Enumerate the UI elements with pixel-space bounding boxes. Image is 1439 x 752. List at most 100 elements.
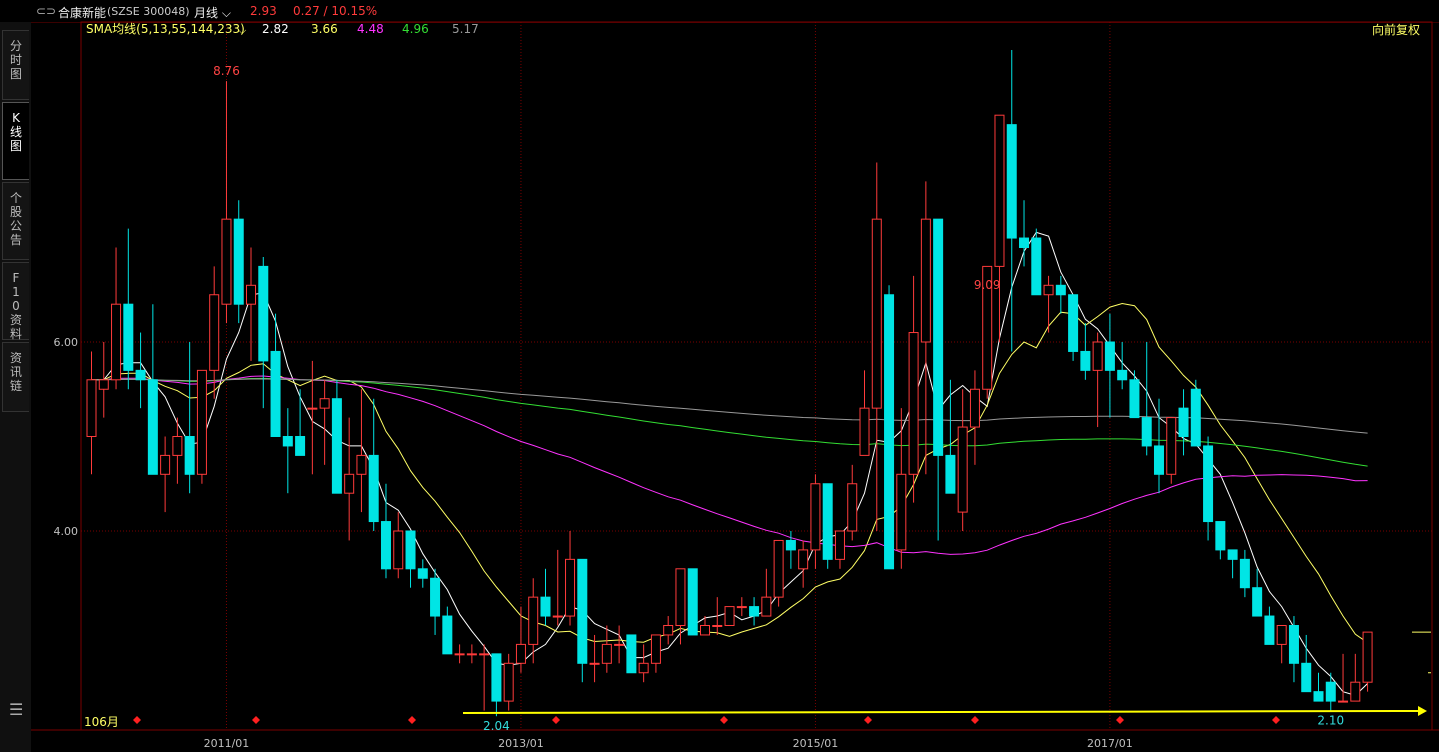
side-tab-4[interactable]: 资讯链 [2, 342, 29, 412]
candle-body [1313, 691, 1324, 702]
candle-body [1178, 407, 1189, 437]
candle-body [98, 379, 109, 390]
candle-body [1276, 625, 1287, 645]
candle-body [749, 606, 760, 617]
candle-body [871, 218, 882, 409]
candle-body [184, 436, 195, 475]
event-marker-icon [1272, 716, 1280, 724]
side-tab-0[interactable]: 分时图 [2, 30, 29, 100]
candle-body [466, 653, 477, 656]
candle-body [957, 426, 968, 513]
candle-body [1252, 587, 1263, 617]
candle-body [1166, 417, 1177, 475]
candle-body [196, 369, 207, 475]
candle-body [589, 662, 600, 665]
candle-body [1092, 341, 1103, 371]
candle-body [650, 634, 661, 664]
high-annotation: 9.09 [974, 278, 1001, 292]
candle-body [577, 558, 588, 664]
candle-body [565, 558, 576, 617]
candle-body [1362, 631, 1373, 683]
candle-body [552, 615, 563, 618]
candle-body [393, 530, 404, 570]
candle-body [1350, 681, 1361, 702]
hamburger-menu-icon[interactable]: ☰ [9, 700, 23, 719]
event-marker-icon [864, 716, 872, 724]
candle-body [822, 483, 833, 560]
side-tab-label: F10资料 [9, 271, 22, 341]
sma-value-233: 5.17 [452, 22, 479, 36]
candle-body [356, 454, 367, 475]
candle-body [270, 350, 281, 438]
candle-body [344, 473, 355, 494]
candle-body [1031, 237, 1042, 296]
candle-body [638, 662, 649, 674]
candle-body [111, 303, 122, 381]
high-annotation: 8.76 [213, 64, 240, 78]
candle-body [209, 294, 220, 371]
candle-body [515, 643, 526, 664]
event-marker-icon [971, 716, 979, 724]
candle-body [528, 596, 539, 645]
candle-body [1239, 558, 1250, 589]
label-layer: 6.00 4.00 2011/01 2013/01 2015/01 2017/01 8.76… [54, 64, 1431, 750]
candle-body [1117, 369, 1128, 381]
candle-body [258, 265, 269, 362]
candle-body [687, 568, 698, 636]
side-tab-label: 个股公告 [9, 191, 22, 247]
candle-body [626, 634, 637, 674]
event-marker-icon [552, 716, 560, 724]
low-annotation: 2.10 [1317, 714, 1344, 728]
candle-body [479, 653, 490, 656]
candle-body [945, 454, 956, 494]
candle-body [135, 369, 146, 381]
candle-body [884, 294, 895, 570]
low-annotation: 2.04 [483, 719, 510, 733]
candle-body [1068, 294, 1079, 352]
candle-body [1104, 341, 1115, 371]
candle-body [295, 436, 306, 456]
candle-body [736, 606, 747, 609]
event-marker-icon [408, 716, 416, 724]
side-tab-1[interactable]: K线图 [2, 102, 29, 180]
candle-body [847, 483, 858, 532]
candle-body [442, 615, 453, 655]
candle-body [1153, 445, 1164, 475]
candle-body [1006, 124, 1017, 239]
candle-body [1055, 284, 1066, 296]
candle-body [994, 114, 1005, 267]
candle-body [331, 398, 342, 494]
candle-body [123, 303, 134, 371]
sma-value-5: 2.82 [262, 22, 289, 36]
candle-body [859, 407, 870, 456]
candle-body [491, 653, 502, 702]
candle-body [307, 407, 318, 410]
candle-body [1141, 417, 1152, 447]
candle-body [405, 530, 416, 570]
sma-label[interactable]: SMA均线(5,13,55,144,233) [86, 22, 245, 36]
kline-chart[interactable]: 6.00 4.00 2011/01 2013/01 2015/01 2017/01 8.76… [0, 0, 1439, 752]
sma-value-144: 4.96 [402, 22, 429, 36]
side-tab-label: K线图 [9, 111, 22, 153]
candle-body [233, 218, 244, 305]
side-tab-2[interactable]: 个股公告 [2, 182, 29, 260]
candle-body [1043, 284, 1054, 296]
candle-body [1264, 615, 1275, 645]
bottom-period-count: 106月 [84, 715, 119, 729]
x-tick-label: 2015/01 [793, 737, 839, 750]
plot-frame [80, 21, 1433, 731]
side-tab-3[interactable]: F10资料 [2, 262, 29, 341]
event-marker-icon [1116, 716, 1124, 724]
adjust-mode-label[interactable]: 向前复权 [1372, 22, 1420, 37]
candle-body [969, 388, 980, 428]
candle-body [834, 530, 845, 560]
candle-body [908, 332, 919, 475]
x-tick-label: 2017/01 [1087, 737, 1133, 750]
x-tick-label: 2013/01 [498, 737, 544, 750]
candle-body [773, 539, 784, 598]
sma-chevron-icon[interactable]: ⌵ [238, 24, 247, 37]
sma-value-13: 3.66 [311, 22, 338, 36]
candle-body [282, 436, 293, 447]
candle-body [700, 625, 710, 636]
event-marker-icon [252, 716, 260, 724]
